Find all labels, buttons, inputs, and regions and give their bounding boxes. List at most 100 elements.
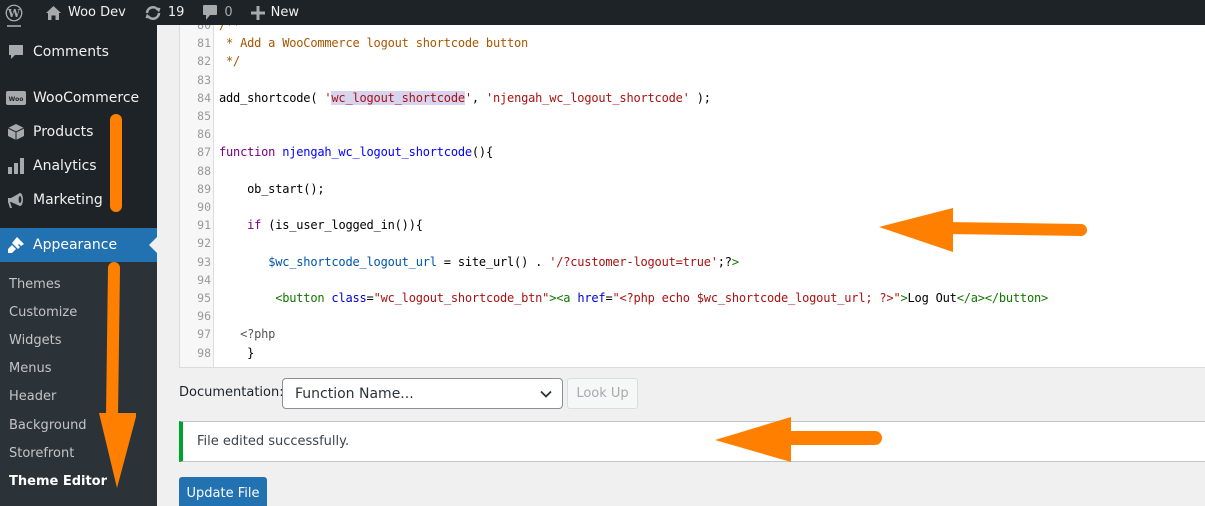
code-text: if (is_user_logged_in()){ xyxy=(247,218,423,233)
line-number: 82 xyxy=(197,54,211,69)
sidebar-item-label: Analytics xyxy=(33,158,97,174)
line-number: 83 xyxy=(197,72,211,87)
sidebar-item-woocommerce[interactable]: Woo WooCommerce xyxy=(0,81,157,115)
wordpress-logo-icon: W xyxy=(5,4,23,22)
function-name-select[interactable]: Function Name... xyxy=(282,378,563,409)
svg-text:Woo: Woo xyxy=(9,96,24,103)
sidebar-item-label: WooCommerce xyxy=(33,90,140,106)
current-menu-pointer xyxy=(149,237,157,253)
sidebar-item-comments[interactable]: Comments xyxy=(0,35,157,69)
code-text: <?php xyxy=(240,327,276,342)
line-number: 87 xyxy=(197,145,211,160)
woocommerce-icon: Woo xyxy=(6,88,26,108)
sidebar-item-label: Appearance xyxy=(33,237,118,253)
submenu-item-storefront[interactable]: Storefront xyxy=(9,446,74,461)
sidebar-item-label: Products xyxy=(33,124,94,140)
submenu-item-background[interactable]: Background xyxy=(9,418,87,433)
code-line: 86 xyxy=(180,125,1205,143)
home-icon xyxy=(45,5,62,21)
code-line: 82 */ xyxy=(180,52,1205,70)
documentation-label: Documentation: xyxy=(179,385,284,400)
submenu-item-header[interactable]: Header xyxy=(9,389,56,404)
comment-bubble-icon xyxy=(202,4,218,21)
code-line: 83 xyxy=(180,71,1205,89)
update-file-button[interactable]: Update File xyxy=(179,477,267,506)
line-number: 93 xyxy=(197,254,211,269)
code-text: $wc_shortcode_logout_url = site_url() . … xyxy=(268,254,739,269)
code-text: } xyxy=(219,345,255,360)
code-line: 81 * Add a WooCommerce logout shortcode … xyxy=(180,34,1205,52)
plus-icon xyxy=(250,5,265,20)
line-number: 94 xyxy=(197,272,211,287)
comments-count: 0 xyxy=(224,5,233,20)
refresh-icon xyxy=(144,5,162,21)
submenu-item-widgets[interactable]: Widgets xyxy=(9,333,62,348)
function-name-select-value: Function Name... xyxy=(295,385,414,402)
sidebar-item-label: Comments xyxy=(33,44,109,60)
sidebar-item-appearance[interactable]: Appearance xyxy=(0,228,157,262)
annotation-arrow-down xyxy=(99,262,136,488)
line-number: 84 xyxy=(197,90,211,105)
sidebar-item-label: Marketing xyxy=(33,192,103,208)
box-icon xyxy=(6,122,26,142)
site-name-menu[interactable]: Woo Dev xyxy=(38,0,133,25)
code-line: 94 xyxy=(180,271,1205,289)
code-line: 84 add_shortcode( 'wc_logout_shortcode', … xyxy=(180,89,1205,107)
line-number: 88 xyxy=(197,163,211,178)
comments-menu[interactable]: 0 xyxy=(195,0,239,25)
code-line: 88 xyxy=(180,162,1205,180)
look-up-button[interactable]: Look Up xyxy=(567,378,638,409)
sidebar-item-marketing[interactable]: Marketing xyxy=(0,183,157,217)
line-number: 90 xyxy=(197,200,211,214)
line-number: 91 xyxy=(197,218,211,233)
updates-menu[interactable]: 19 xyxy=(137,0,192,25)
success-notice: File edited successfully. xyxy=(179,421,1205,462)
svg-text:W: W xyxy=(7,6,21,19)
megaphone-icon xyxy=(6,190,26,210)
line-number: 96 xyxy=(197,309,211,324)
line-number: 98 xyxy=(197,345,211,360)
code-text: * Add a WooCommerce logout shortcode but… xyxy=(219,36,529,51)
code-text: add_shortcode( 'wc_logout_shortcode', 'n… xyxy=(219,90,711,105)
bar-chart-icon xyxy=(6,156,26,176)
code-line: 95 <button class="wc_logout_shortcode_bt… xyxy=(180,289,1205,307)
wordpress-logo-menu[interactable]: W xyxy=(0,0,38,25)
sidebar-item-analytics[interactable]: Analytics xyxy=(0,149,157,183)
code-text: ob_start(); xyxy=(219,181,325,196)
updates-count: 19 xyxy=(167,5,185,20)
paintbrush-icon xyxy=(6,235,26,255)
code-line: 80 /** xyxy=(180,25,1205,34)
new-label: New xyxy=(270,5,300,20)
annotation-bar-vertical xyxy=(110,114,122,212)
code-line: 97 <?php xyxy=(180,325,1205,343)
chevron-down-icon xyxy=(539,387,553,405)
line-number: 85 xyxy=(197,109,211,123)
submenu-item-menus[interactable]: Menus xyxy=(9,361,51,376)
line-number: 89 xyxy=(197,181,211,196)
code-line: 87 function njengah_wc_logout_shortcode()… xyxy=(180,143,1205,161)
code-text: /** xyxy=(219,25,241,32)
line-number: 92 xyxy=(197,236,211,251)
code-line: 96 xyxy=(180,307,1205,325)
line-number: 81 xyxy=(197,36,211,51)
comment-icon xyxy=(6,42,26,62)
code-line: 98 } xyxy=(180,344,1205,362)
site-name: Woo Dev xyxy=(68,5,126,20)
line-number: 80 xyxy=(197,25,211,32)
code-editor[interactable]: 80 /** 81 * Add a WooCommerce logout short… xyxy=(179,25,1205,368)
new-content-menu[interactable]: New xyxy=(244,0,306,25)
annotation-arrow-left-code xyxy=(879,208,1087,252)
notice-text: File edited successfully. xyxy=(197,434,350,449)
line-number: 97 xyxy=(197,327,211,342)
code-text: function njengah_wc_logout_shortcode(){ xyxy=(219,145,493,160)
submenu-item-themes[interactable]: Themes xyxy=(9,277,61,292)
code-line: 85 xyxy=(180,107,1205,125)
line-number: 95 xyxy=(197,291,211,305)
submenu-item-customize[interactable]: Customize xyxy=(9,305,77,320)
annotation-arrow-left-notice xyxy=(715,417,882,462)
code-text: <button class="wc_logout_shortcode_btn">… xyxy=(275,291,1049,305)
sidebar-item-products[interactable]: Products xyxy=(0,115,157,149)
admin-bar: W Woo Dev 19 0 New xyxy=(0,0,1205,25)
code-line: 89 ob_start(); xyxy=(180,180,1205,198)
line-number: 86 xyxy=(197,127,211,142)
